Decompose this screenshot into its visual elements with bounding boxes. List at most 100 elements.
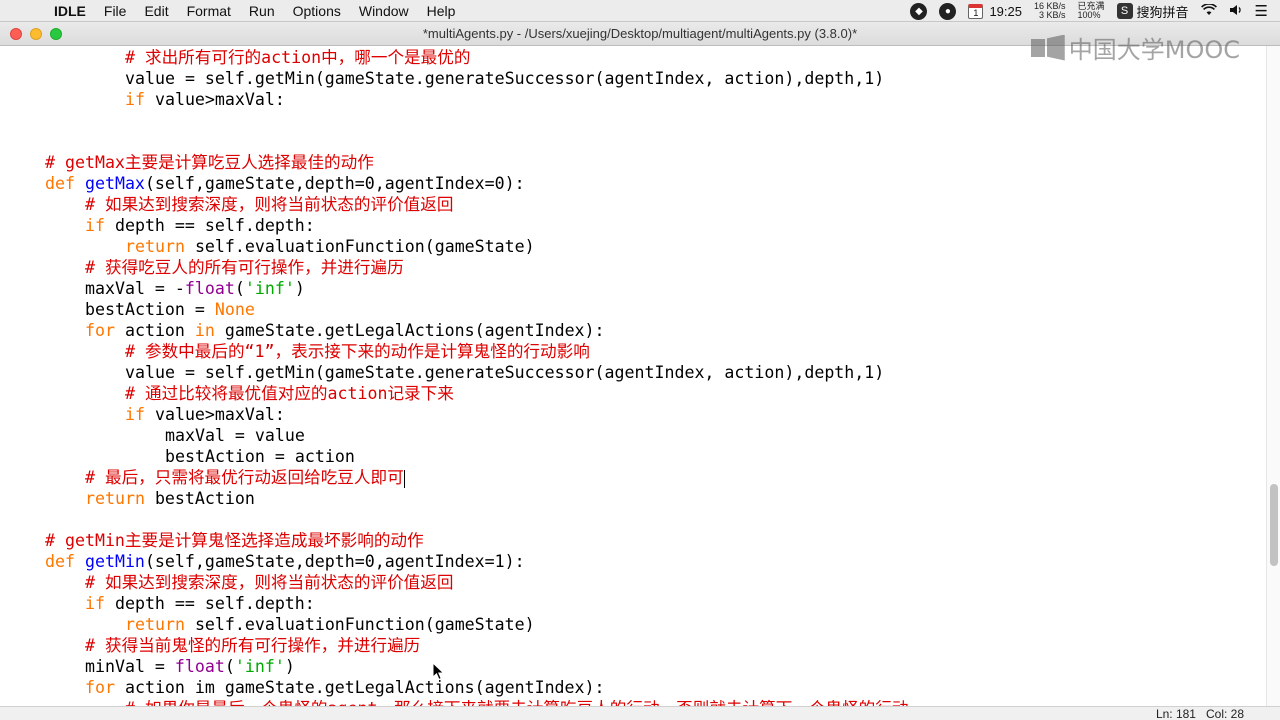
- code-line[interactable]: def getMin(self,gameState,depth=0,agentI…: [45, 551, 525, 572]
- code-token-plain: ): [284, 657, 295, 676]
- code-token-keyword: for: [85, 678, 115, 697]
- code-token-plain: maxVal = value: [165, 426, 305, 445]
- code-line[interactable]: # 获得当前鬼怪的所有可行操作，并进行遍历: [85, 635, 420, 656]
- clock[interactable]: 19:25: [989, 4, 1022, 19]
- code-token-def: getMin: [84, 552, 145, 571]
- code-line[interactable]: bestAction = None: [85, 299, 255, 320]
- code-token-string: 'inf': [244, 279, 295, 298]
- code-line[interactable]: return self.evaluationFunction(gameState…: [125, 236, 535, 257]
- code-line[interactable]: if value>maxVal:: [125, 89, 285, 110]
- code-editor[interactable]: # 求出所有可行的action中，哪一个是最优的 value = self.get…: [0, 46, 1266, 706]
- code-token-keyword: def: [45, 174, 75, 193]
- code-token-plain: depth == self.depth:: [104, 216, 315, 235]
- code-token-plain: value = self.getMin(gameState.generateSu…: [125, 69, 885, 88]
- app-status-icon[interactable]: ◆: [910, 2, 928, 20]
- code-token-plain: (: [224, 657, 235, 676]
- code-line[interactable]: # 通过比较将最优值对应的action记录下来: [125, 383, 454, 404]
- code-line[interactable]: # 如果达到搜索深度，则将当前状态的评价值返回: [85, 194, 453, 215]
- code-token-comment: # 获得吃豆人的所有可行操作，并进行遍历: [85, 258, 404, 277]
- code-line[interactable]: value = self.getMin(gameState.generateSu…: [125, 362, 884, 383]
- status-bar: Ln: 181 Col: 28: [0, 706, 1280, 720]
- input-method-menu[interactable]: S 搜狗拼音: [1116, 2, 1189, 21]
- menu-format[interactable]: Format: [187, 3, 231, 19]
- code-line[interactable]: maxVal = -float('inf'): [85, 278, 305, 299]
- code-token-keyword: if: [125, 405, 145, 424]
- code-token-comment: # 如果达到搜索深度，则将当前状态的评价值返回: [85, 573, 454, 592]
- code-token-keyword: in: [194, 321, 215, 340]
- code-line[interactable]: # getMin主要是计算鬼怪选择造成最坏影响的动作: [45, 530, 424, 551]
- cursor-position: Ln: 181 Col: 28: [1155, 707, 1244, 720]
- menu-edit[interactable]: Edit: [144, 3, 168, 19]
- net-down-speed: 3 KB/s: [1039, 10, 1066, 20]
- menu-window[interactable]: Window: [359, 3, 409, 19]
- volume-icon[interactable]: [1229, 3, 1243, 19]
- code-token-plain: depth == self.depth:: [104, 594, 315, 613]
- code-line[interactable]: # 求出所有可行的action中，哪一个是最优的: [125, 47, 470, 68]
- code-line[interactable]: bestAction = action: [165, 446, 355, 467]
- code-token-keyword: if: [125, 90, 145, 109]
- code-token-plain: action im gameState.getLegalActions(agen…: [114, 678, 605, 697]
- code-line[interactable]: def getMax(self,gameState,depth=0,agentI…: [45, 173, 525, 194]
- code-token-comment: # 通过比较将最优值对应的action记录下来: [125, 384, 454, 403]
- battery-status[interactable]: 已充满 100%: [1078, 2, 1105, 20]
- code-token-plain: (self,gameState,depth=0,agentIndex=1):: [144, 552, 525, 571]
- recorder-status-icon[interactable]: ●: [939, 2, 957, 20]
- calendar-icon[interactable]: 1: [968, 3, 984, 19]
- code-line[interactable]: value = self.getMin(gameState.generateSu…: [125, 68, 884, 89]
- battery-percent: 100%: [1077, 10, 1101, 20]
- menu-file[interactable]: File: [104, 3, 127, 19]
- notification-center-icon[interactable]: ☰: [1255, 2, 1268, 20]
- code-token-keyword: if: [85, 216, 105, 235]
- code-line[interactable]: return bestAction: [85, 488, 255, 509]
- code-token-plain: value>maxVal:: [144, 405, 285, 424]
- code-line[interactable]: return self.evaluationFunction(gameState…: [125, 614, 535, 635]
- code-token-keyword: None: [214, 300, 255, 319]
- scrollbar-thumb[interactable]: [1270, 484, 1278, 566]
- menu-run[interactable]: Run: [249, 3, 275, 19]
- code-line[interactable]: if value>maxVal:: [125, 404, 285, 425]
- wifi-icon[interactable]: [1200, 3, 1217, 19]
- code-token-comment: # 最后，只需将最优行动返回给吃豆人即可: [85, 468, 404, 487]
- code-line[interactable]: for action in gameState.getLegalActions(…: [85, 320, 605, 341]
- code-line[interactable]: minVal = float('inf'): [85, 656, 295, 677]
- code-line[interactable]: if depth == self.depth:: [85, 593, 315, 614]
- code-token-comment: # getMin主要是计算鬼怪选择造成最坏影响的动作: [45, 531, 424, 550]
- code-line[interactable]: # 如果达到搜索深度，则将当前状态的评价值返回: [85, 572, 453, 593]
- code-line[interactable]: # 获得吃豆人的所有可行操作，并进行遍历: [85, 257, 404, 278]
- menu-idle[interactable]: IDLE: [54, 3, 86, 19]
- network-speed[interactable]: 16 KB/s 3 KB/s: [1034, 2, 1066, 20]
- text-cursor: [403, 469, 405, 488]
- code-token-keyword: return: [125, 615, 185, 634]
- menu-options[interactable]: Options: [293, 3, 341, 19]
- code-token-plain: self.evaluationFunction(gameState): [184, 615, 535, 634]
- code-token-keyword: if: [85, 594, 105, 613]
- menu-bar: IDLE File Edit Format Run Options Window…: [0, 0, 1280, 22]
- code-token-plain: minVal =: [85, 657, 175, 676]
- mouse-pointer-icon: [432, 662, 445, 681]
- code-line[interactable]: for action im gameState.getLegalActions(…: [85, 677, 605, 698]
- code-token-def: getMax: [84, 174, 145, 193]
- code-token-plain: bestAction: [144, 489, 255, 508]
- vertical-scrollbar[interactable]: [1266, 46, 1280, 706]
- sogou-icon: S: [1116, 3, 1133, 19]
- status-area: ◆ ● 1 19:25 16 KB/s 3 KB/s 已充满 100% S 搜狗…: [910, 0, 1280, 22]
- input-method-name: 搜狗拼音: [1136, 4, 1189, 20]
- code-line[interactable]: # 参数中最后的“1”，表示接下来的动作是计算鬼怪的行动影响: [125, 341, 590, 362]
- code-line[interactable]: # 最后，只需将最优行动返回给吃豆人即可: [85, 467, 405, 488]
- code-line[interactable]: maxVal = value: [165, 425, 305, 446]
- code-token-keyword: for: [85, 321, 115, 340]
- code-token-builtin: float: [184, 279, 235, 298]
- code-line[interactable]: # 如果你是最后一个鬼怪的agent，那么接下来就要去计算吃豆人的行动，否则就去…: [125, 698, 908, 706]
- menu-help[interactable]: Help: [427, 3, 456, 19]
- code-line[interactable]: # getMax主要是计算吃豆人选择最佳的动作: [45, 152, 374, 173]
- code-token-plain: action: [114, 321, 195, 340]
- code-token-plain: bestAction =: [85, 300, 215, 319]
- code-token-plain: gameState.getLegalActions(agentIndex):: [214, 321, 605, 340]
- code-token-plain: (: [234, 279, 245, 298]
- code-token-plain: bestAction = action: [165, 447, 355, 466]
- code-token-plain: value>maxVal:: [144, 90, 285, 109]
- code-token-keyword: def: [45, 552, 75, 571]
- code-line[interactable]: if depth == self.depth:: [85, 215, 315, 236]
